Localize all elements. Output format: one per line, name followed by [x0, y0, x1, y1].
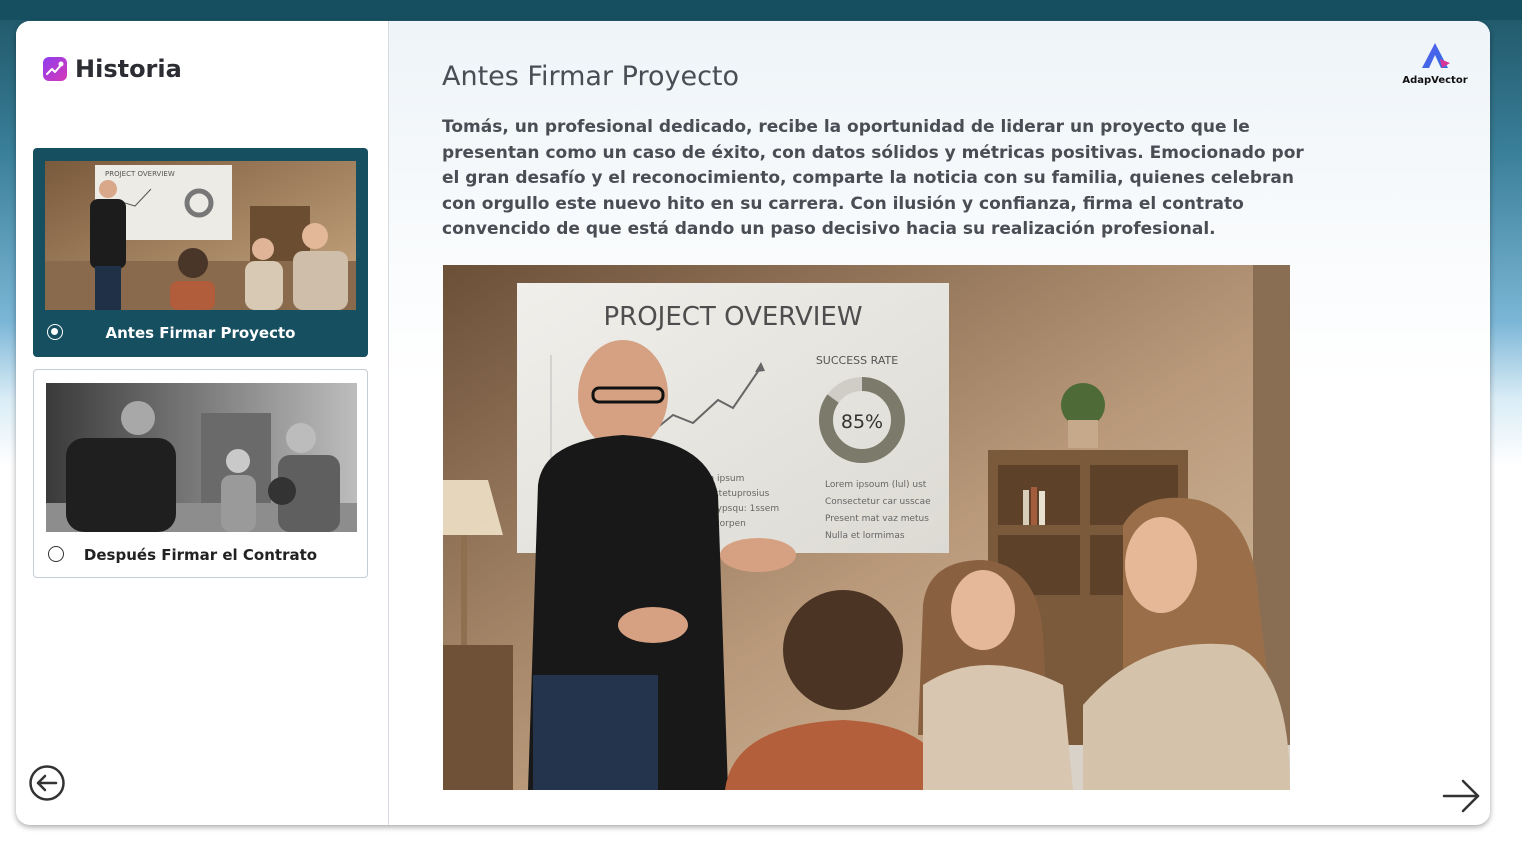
slide-bullet: Nulla et lormimas: [825, 531, 905, 541]
scene-image: PROJECT OVERVIEW SUCCESS RATE 85% Lorem …: [443, 265, 1290, 790]
scene-thumbnail: [46, 383, 357, 532]
logo-text: AdapVector: [1402, 75, 1468, 86]
scene-label: Antes Firmar Proyecto: [105, 324, 296, 342]
slide-bullet: Present mat vaz metus: [825, 514, 929, 524]
slide-bullet: Consectetur car usscae: [825, 497, 931, 507]
back-arrow-icon[interactable]: [28, 764, 66, 802]
scene-thumbnail: PROJECT OVERVIEW: [45, 161, 356, 310]
story-description: Tomás, un profesional dedicado, recibe l…: [442, 117, 1304, 239]
brand: Historia: [43, 55, 182, 83]
scene-label: Después Firmar el Contrato: [83, 546, 318, 564]
historia-app-icon: [43, 57, 67, 81]
sidebar: Historia PROJECT OVERVIEW Antes Firmar P…: [16, 21, 389, 825]
slide-success-label: SUCCESS RATE: [816, 354, 898, 367]
adapvector-logo: AdapVector: [1400, 41, 1470, 86]
slide-bullet: Lorem ipsoum (lul) ust: [825, 480, 927, 490]
story-card: Historia PROJECT OVERVIEW Antes Firmar P…: [16, 21, 1490, 825]
page-title: Antes Firmar Proyecto: [442, 61, 740, 92]
svg-text:PROJECT OVERVIEW: PROJECT OVERVIEW: [105, 170, 175, 178]
adapvector-logo-icon: [1422, 43, 1450, 68]
app-title: Historia: [75, 55, 182, 83]
scene-item-antes-firmar[interactable]: PROJECT OVERVIEW Antes Firmar Proyecto: [33, 148, 368, 357]
slide-success-value: 85%: [841, 411, 883, 433]
main-content: Antes Firmar Proyecto Tomás, un profesio…: [389, 21, 1490, 825]
next-arrow-icon[interactable]: [1441, 777, 1483, 815]
scene-item-despues-firmar[interactable]: Después Firmar el Contrato: [33, 369, 368, 578]
top-bar: [0, 0, 1522, 20]
slide-heading: PROJECT OVERVIEW: [603, 302, 862, 332]
